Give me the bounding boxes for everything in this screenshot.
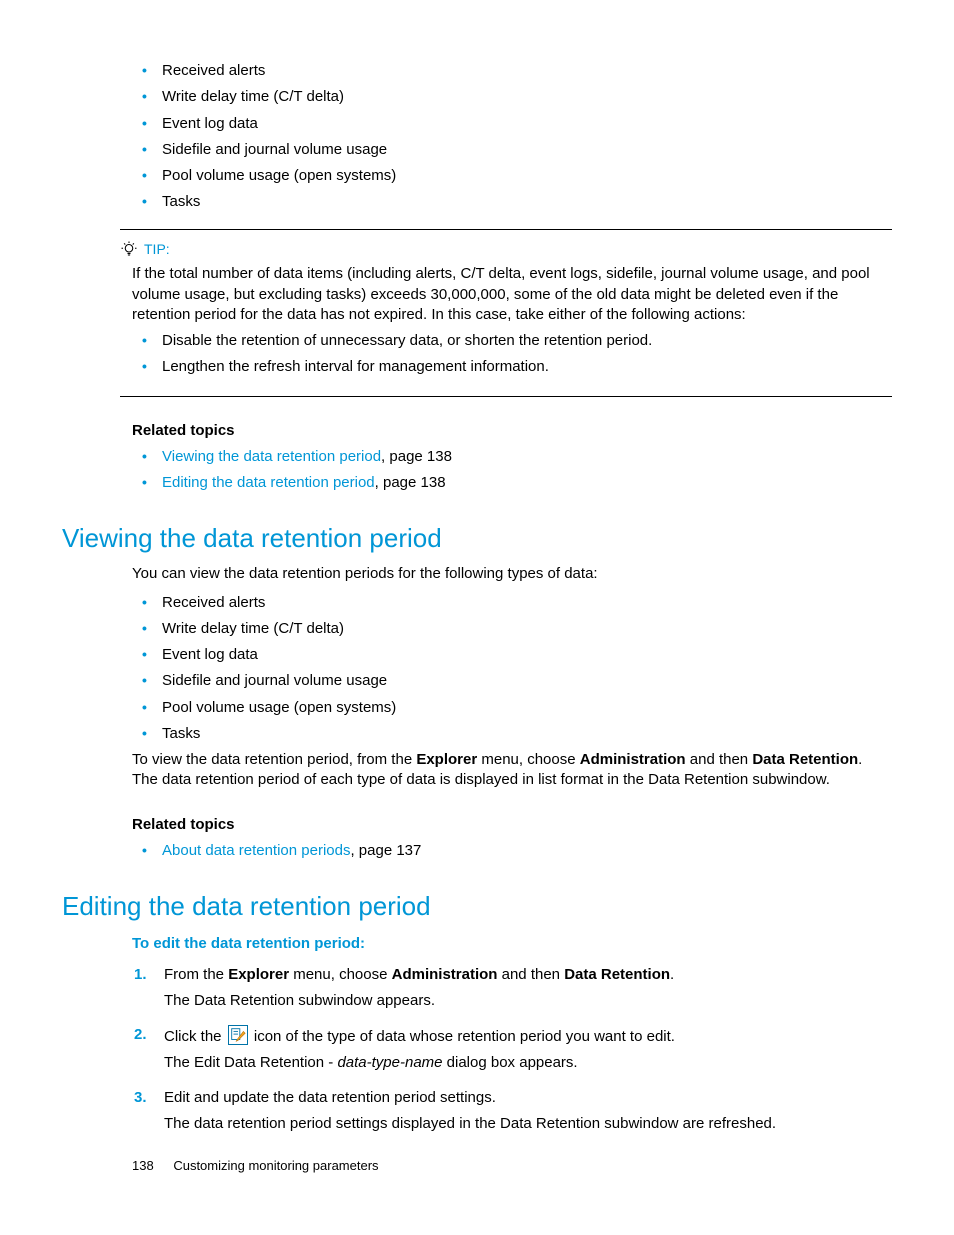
related-list: Viewing the data retention period, page … [132, 447, 868, 494]
page-ref: , page 137 [350, 842, 421, 859]
step-sub: The Edit Data Retention - data-type-name… [164, 1053, 868, 1073]
step-1: 1. From the Explorer menu, choose Admini… [132, 965, 868, 1012]
list-item: Write delay time (C/T delta) [132, 87, 868, 107]
page-ref: , page 138 [381, 448, 452, 465]
procedure-steps: 1. From the Explorer menu, choose Admini… [132, 965, 868, 1135]
menu-administration: Administration [392, 966, 498, 983]
section-body-viewing: You can view the data retention periods … [132, 564, 868, 861]
section-body-editing: To edit the data retention period: 1. Fr… [132, 934, 868, 1134]
list-item-text: Pool volume usage (open systems) [162, 699, 396, 716]
step-number: 2. [134, 1025, 147, 1045]
related-list: About data retention periods, page 137 [132, 841, 868, 861]
related-link-editing[interactable]: Editing the data retention period [162, 474, 375, 491]
list-item-text: Received alerts [162, 594, 265, 611]
list-item-text: Sidefile and journal volume usage [162, 141, 387, 158]
intro-paragraph: You can view the data retention periods … [132, 564, 868, 584]
list-item: Event log data [132, 645, 868, 665]
list-item-text: Write delay time (C/T delta) [162, 620, 344, 637]
related-topics-block: Related topics Viewing the data retentio… [132, 421, 868, 494]
tip-paragraph: If the total number of data items (inclu… [132, 264, 892, 325]
list-item: Sidefile and journal volume usage [132, 671, 868, 691]
section-heading-editing: Editing the data retention period [62, 889, 892, 924]
list-item: Event log data [132, 114, 868, 134]
list-item: Viewing the data retention period, page … [132, 447, 868, 467]
menu-administration: Administration [580, 751, 686, 768]
list-item-text: Write delay time (C/T delta) [162, 88, 344, 105]
step-sub: The data retention period settings displ… [164, 1114, 868, 1134]
list-item: Lengthen the refresh interval for manage… [132, 357, 892, 377]
menu-explorer: Explorer [416, 751, 477, 768]
list-item: Received alerts [132, 593, 868, 613]
list-item: About data retention periods, page 137 [132, 841, 868, 861]
list-item: Disable the retention of unnecessary dat… [132, 331, 892, 351]
related-link-about[interactable]: About data retention periods [162, 842, 350, 859]
tip-label: TIP: [144, 240, 170, 259]
tip-header: TIP: [120, 240, 892, 259]
procedure-heading: To edit the data retention period: [132, 934, 868, 954]
list-item: Pool volume usage (open systems) [132, 166, 868, 186]
list-item-text: Event log data [162, 115, 258, 132]
nav-paragraph: To view the data retention period, from … [132, 750, 868, 791]
lightbulb-icon [120, 240, 138, 258]
list-item-text: Lengthen the refresh interval for manage… [162, 358, 549, 375]
chapter-title: Customizing monitoring parameters [173, 1158, 378, 1173]
top-block: Received alerts Write delay time (C/T de… [132, 61, 868, 213]
tip-body: If the total number of data items (inclu… [132, 264, 892, 377]
list-item-text: Pool volume usage (open systems) [162, 167, 396, 184]
list-item-text: Tasks [162, 193, 200, 210]
list-item: Tasks [132, 192, 868, 212]
list-item: Tasks [132, 724, 868, 744]
step-number: 3. [134, 1088, 147, 1108]
step-sub: The Data Retention subwindow appears. [164, 991, 868, 1011]
related-topics-heading: Related topics [132, 815, 868, 835]
list-item: Editing the data retention period, page … [132, 473, 868, 493]
page-footer: 138 Customizing monitoring parameters [132, 1157, 379, 1175]
menu-explorer: Explorer [228, 966, 289, 983]
tip-callout: TIP: If the total number of data items (… [120, 229, 892, 397]
menu-data-retention: Data Retention [752, 751, 858, 768]
edit-icon [228, 1025, 248, 1045]
list-item: Write delay time (C/T delta) [132, 619, 868, 639]
list-item: Pool volume usage (open systems) [132, 698, 868, 718]
section-heading-viewing: Viewing the data retention period [62, 521, 892, 556]
list-item-text: Sidefile and journal volume usage [162, 672, 387, 689]
page: Received alerts Write delay time (C/T de… [0, 0, 954, 1235]
list-item-text: Disable the retention of unnecessary dat… [162, 332, 652, 349]
page-number: 138 [132, 1158, 154, 1173]
list-item: Received alerts [132, 61, 868, 81]
page-ref: , page 138 [375, 474, 446, 491]
related-link-viewing[interactable]: Viewing the data retention period [162, 448, 381, 465]
list-item: Sidefile and journal volume usage [132, 140, 868, 160]
list-item-text: Event log data [162, 646, 258, 663]
step-number: 1. [134, 965, 147, 985]
related-topics-heading: Related topics [132, 421, 868, 441]
menu-data-retention: Data Retention [564, 966, 670, 983]
list-item-text: Received alerts [162, 62, 265, 79]
tip-list: Disable the retention of unnecessary dat… [132, 331, 892, 378]
list-item-text: Tasks [162, 725, 200, 742]
top-list: Received alerts Write delay time (C/T de… [132, 61, 868, 213]
data-types-list: Received alerts Write delay time (C/T de… [132, 593, 868, 745]
step-3: 3. Edit and update the data retention pe… [132, 1088, 868, 1135]
step-2: 2. Click the icon of the type of data wh… [132, 1025, 868, 1074]
data-type-placeholder: data-type-name [337, 1054, 442, 1071]
